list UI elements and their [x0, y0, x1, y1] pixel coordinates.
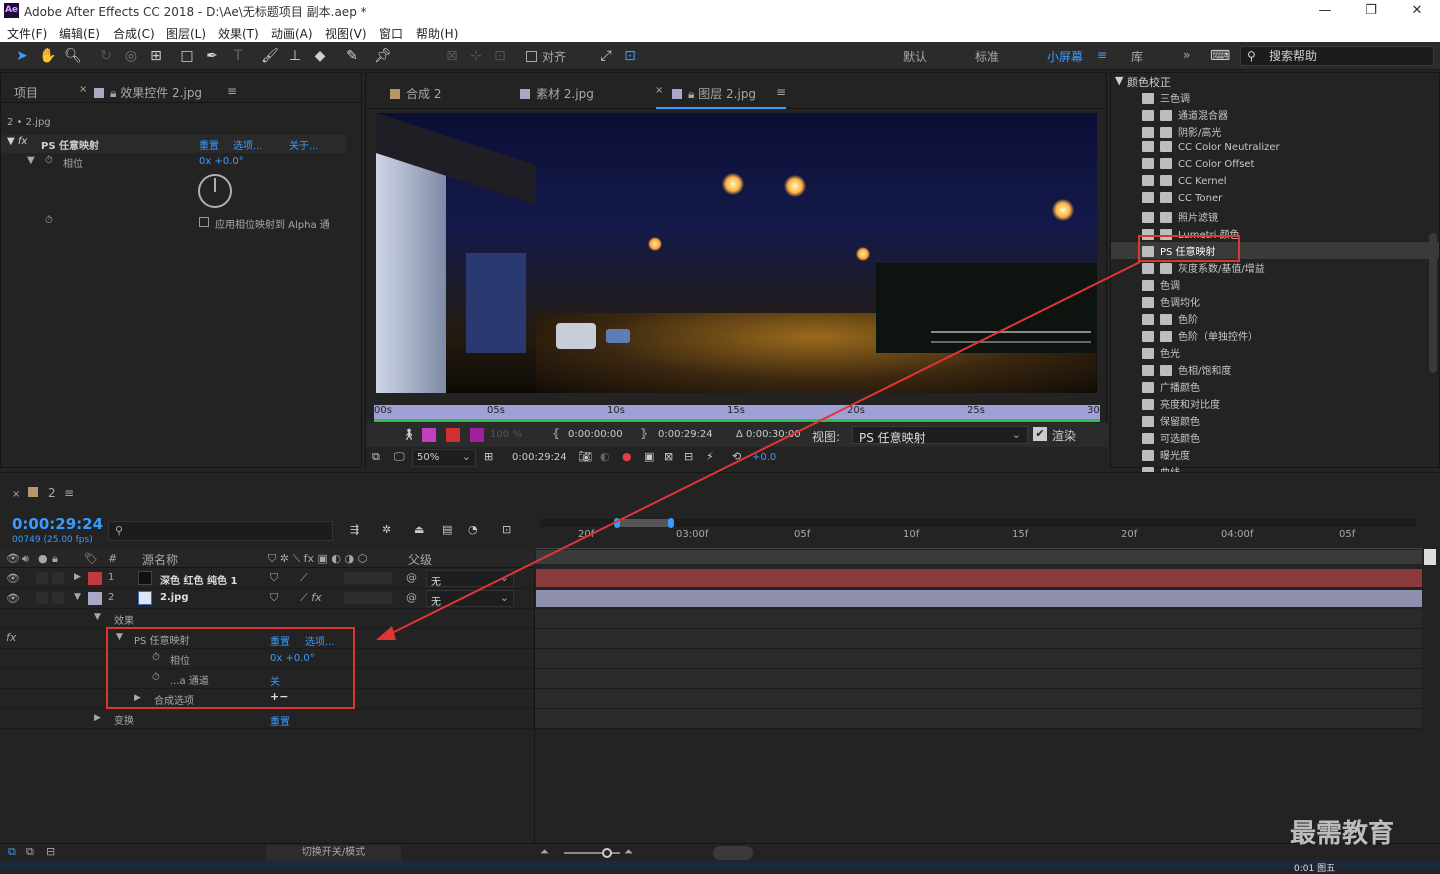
arrow-head [376, 626, 396, 640]
annotation-arrow [376, 261, 1141, 640]
arrow-line [385, 261, 1141, 637]
